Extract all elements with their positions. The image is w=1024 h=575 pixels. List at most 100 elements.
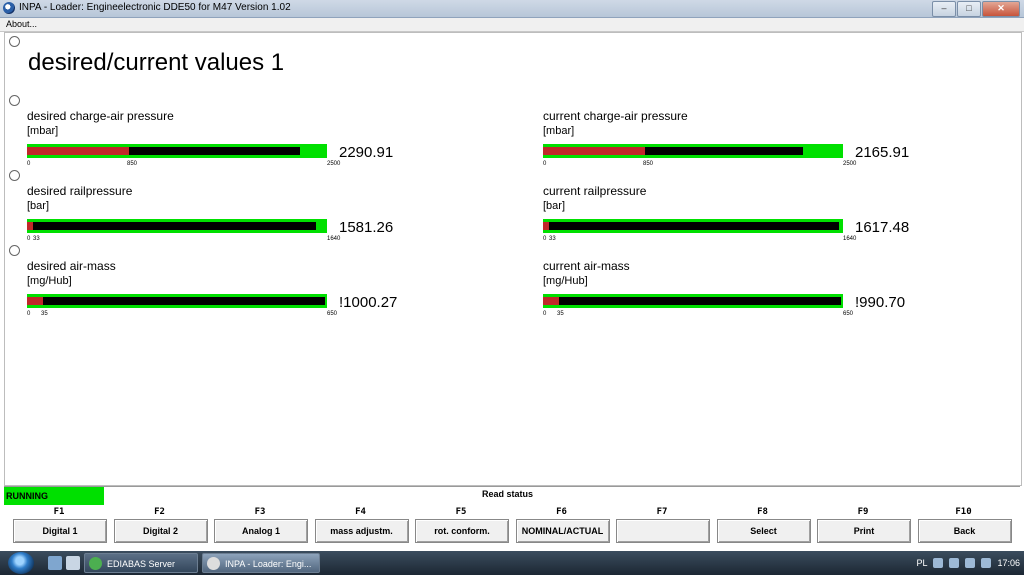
gauge-bar (27, 294, 327, 308)
fkey-button[interactable]: Analog 1 (214, 519, 308, 543)
clock[interactable]: 17:06 (997, 558, 1020, 568)
gauge-reference-fill (27, 297, 43, 305)
fkey-f7: F7 (616, 505, 710, 543)
show-desktop-icon[interactable] (48, 556, 62, 570)
fkey-f8: F8 Select (716, 505, 811, 543)
fkey-button[interactable]: mass adjustm. (314, 519, 409, 543)
start-button[interactable] (8, 552, 34, 574)
gauge-unit: [mbar] (543, 125, 575, 137)
gauge-value: 2290.91 (339, 144, 394, 161)
fkey-label: F6 (556, 507, 567, 517)
gauge-bar (27, 144, 327, 158)
radio-button-1[interactable] (9, 36, 20, 47)
gauge-label: desired air-mass (27, 259, 116, 273)
fkey-label: F7 (656, 507, 668, 517)
gauge-3: current railpressure [bar] 1617.48 0 33 1640 (543, 184, 963, 250)
tray-app-icon[interactable] (949, 558, 960, 568)
fkey-label: F4 (355, 507, 366, 517)
fkey-f1: F1 Digital 1 (13, 505, 107, 543)
minimize-button[interactable]: – (932, 1, 956, 17)
fkey-label: F5 (455, 507, 467, 517)
radio-button-3[interactable] (9, 170, 20, 181)
gauge-reference-fill (27, 147, 129, 155)
fkey-label: F2 (154, 507, 165, 517)
menu-about[interactable]: About... (6, 19, 37, 29)
gauge-tick-max: 1640 (327, 236, 341, 242)
fkey-button[interactable]: NOMINAL/ACTUAL (515, 519, 610, 543)
client-area: desired/current values 1 desired charge-… (4, 32, 1022, 486)
gauge-1: current charge-air pressure [mbar] 2165.91… (543, 109, 963, 175)
gauge-label: desired charge-air pressure (27, 109, 174, 123)
gauge-tick-min: 0 (27, 236, 31, 242)
gauge-unit: [bar] (27, 200, 50, 212)
fkey-f6: F6 NOMINAL/ACTUAL (515, 505, 610, 543)
fkey-button[interactable]: Digital 1 (13, 519, 107, 543)
gauge-tick-max: 650 (843, 311, 854, 317)
gauge-value: !990.70 (855, 294, 906, 311)
window-title: INPA - Loader: Engineelectronic DDE50 fo… (19, 2, 291, 13)
gauge-unit: [mg/Hub] (27, 275, 72, 287)
inpa-app-icon (3, 2, 15, 14)
gauge-bar (27, 219, 327, 233)
gauge-reference-fill (543, 222, 549, 230)
gauge-value: !1000.27 (339, 294, 398, 311)
radio-button-2[interactable] (9, 95, 20, 106)
gauge-label: desired railpressure (27, 184, 133, 198)
fkey-f9: F9 Print (817, 505, 911, 543)
tray-volume-icon[interactable] (981, 558, 992, 568)
gauge-tick-max: 650 (327, 311, 338, 317)
gauge-value: 1581.26 (339, 219, 394, 236)
gauge-bar (543, 294, 843, 308)
gauge-value: 2165.91 (855, 144, 910, 161)
gauge-label: current charge-air pressure (543, 109, 688, 123)
close-button[interactable]: ✕ (982, 1, 1020, 17)
taskbar-task-ediabas[interactable]: EDIABAS Server (84, 553, 198, 573)
fkey-f4: F4 mass adjustm. (314, 505, 409, 543)
gauge-unit: [mbar] (27, 125, 59, 137)
radio-button-4[interactable] (9, 245, 20, 256)
gauge-tick-min: 0 (543, 311, 547, 317)
gauge-tick-mid: 33 (33, 236, 40, 242)
inpa-icon (207, 557, 220, 570)
fkey-label: F10 (955, 507, 972, 517)
taskbar-task-inpa[interactable]: INPA - Loader: Engi... (202, 553, 320, 573)
window-controls: – □ ✕ (931, 1, 1020, 17)
running-status-badge: RUNNING (4, 487, 104, 505)
fkey-button[interactable]: Back (917, 519, 1012, 543)
gauge-current-fill (543, 297, 841, 305)
fkey-f3: F3 Analog 1 (214, 505, 308, 543)
gauge-current-fill (543, 222, 839, 230)
gauge-tick-mid: 850 (643, 161, 654, 167)
gauge-bar (543, 219, 843, 233)
language-indicator[interactable]: PL (916, 558, 927, 568)
tray-network-icon[interactable] (965, 558, 976, 568)
gauge-tick-max: 1640 (843, 236, 857, 242)
tray-arrow-icon[interactable] (933, 558, 944, 568)
gauge-4: desired air-mass [mg/Hub] !1000.27 0 35 650 (27, 259, 447, 325)
gauge-tick-max: 2500 (843, 161, 857, 167)
gauge-unit: [mg/Hub] (543, 275, 588, 287)
fkey-button[interactable]: Print (817, 519, 911, 543)
quick-launch-icon[interactable] (66, 556, 80, 570)
gauge-reference-fill (27, 222, 33, 230)
gauge-tick-mid: 35 (557, 311, 564, 317)
fkey-button[interactable]: rot. conform. (415, 519, 509, 543)
fkey-label: F3 (254, 507, 266, 517)
gauge-tick-min: 0 (543, 236, 547, 242)
fkey-button[interactable]: Select (716, 519, 811, 543)
menu-bar: About... (0, 18, 1024, 32)
gauge-unit: [bar] (543, 200, 566, 212)
gauge-tick-mid: 33 (549, 236, 556, 242)
gauge-tick-mid: 850 (127, 161, 138, 167)
fkey-button[interactable]: Digital 2 (113, 519, 208, 543)
gauge-tick-min: 0 (27, 311, 31, 317)
gauge-tick-min: 0 (543, 161, 547, 167)
maximize-button[interactable]: □ (957, 1, 981, 17)
gauge-current-fill (27, 222, 316, 230)
gauge-reference-fill (543, 297, 559, 305)
gauge-5: current air-mass [mg/Hub] !990.70 0 35 650 (543, 259, 963, 325)
gauge-current-fill (27, 297, 325, 305)
fkey-label: F8 (757, 507, 768, 517)
ediabas-icon (89, 557, 102, 570)
fkey-button[interactable] (616, 519, 710, 543)
